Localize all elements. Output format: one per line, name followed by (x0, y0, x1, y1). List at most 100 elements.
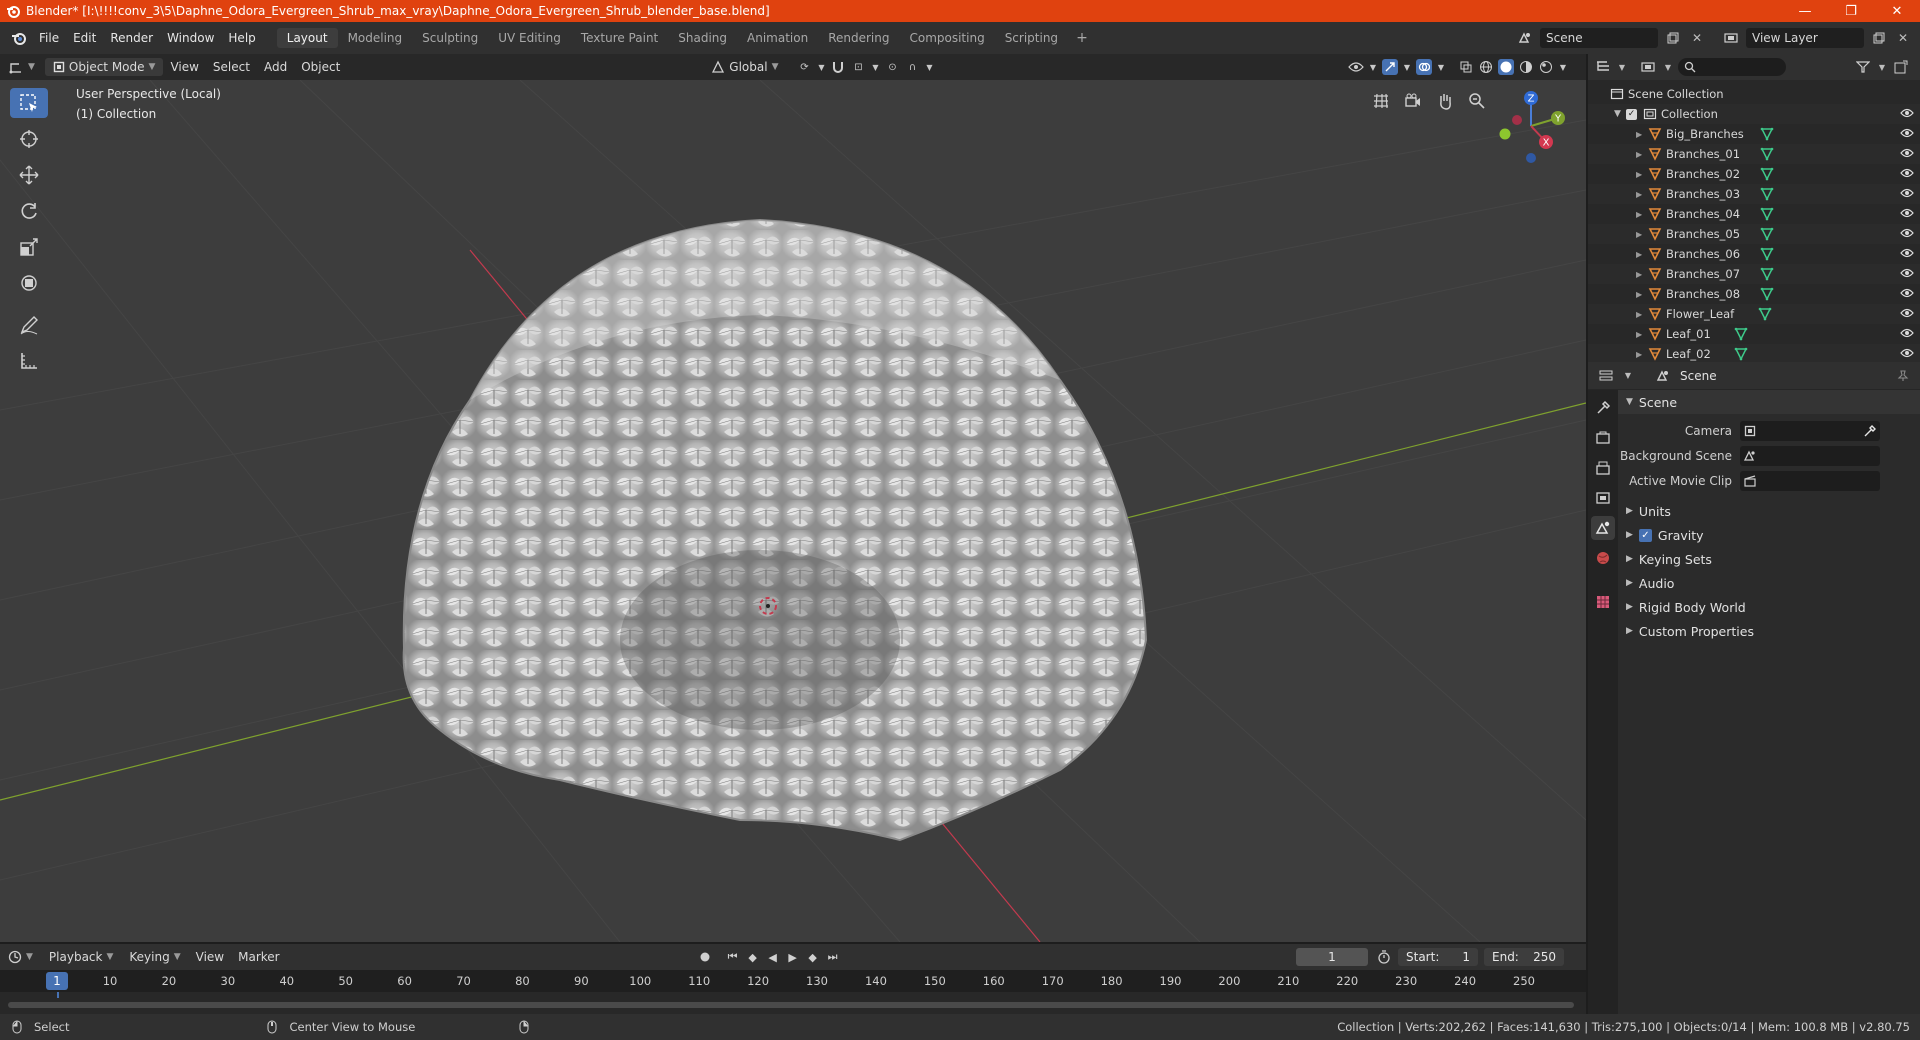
outliner-object-row[interactable]: ▶ Branches_06 (1588, 244, 1920, 264)
tab-rendering[interactable]: Rendering (818, 28, 899, 48)
select-box-tool[interactable] (10, 88, 48, 118)
eye-icon[interactable] (1900, 247, 1914, 259)
delete-scene-icon[interactable]: ✕ (1688, 29, 1706, 47)
eyedropper-icon[interactable] (1864, 424, 1876, 437)
outliner-object-row[interactable]: ▶ Leaf_02 (1588, 344, 1920, 364)
custom-properties-section-header[interactable]: ▶ Custom Properties (1618, 619, 1920, 643)
eye-icon[interactable] (1900, 287, 1914, 299)
viewport-menu-view[interactable]: View (163, 58, 205, 76)
overlays-toggle-icon[interactable] (1416, 59, 1432, 75)
mesh-data-icon[interactable] (1760, 187, 1774, 201)
new-collection-icon[interactable] (1892, 58, 1910, 76)
expand-arrow-icon[interactable]: ▶ (1636, 130, 1648, 139)
jump-end-icon[interactable]: ⏭ (825, 949, 841, 965)
scale-tool[interactable] (10, 232, 48, 262)
tab-compositing[interactable]: Compositing (899, 28, 994, 48)
units-section-header[interactable]: ▶ Units (1618, 499, 1920, 523)
expand-arrow-icon[interactable]: ▶ (1636, 210, 1648, 219)
chevron-down-icon[interactable]: ▼ (1368, 59, 1378, 75)
snap-magnet-icon[interactable] (830, 59, 846, 75)
gizmo-neg-x-axis[interactable] (1512, 115, 1522, 125)
view-layer-name-field[interactable]: View Layer (1746, 28, 1864, 48)
mesh-data-icon[interactable] (1734, 327, 1748, 341)
mesh-data-icon[interactable] (1760, 167, 1774, 181)
rigid-body-world-section-header[interactable]: ▶ Rigid Body World (1618, 595, 1920, 619)
timeline-marker-menu[interactable]: Marker (231, 948, 286, 966)
chevron-down-icon[interactable]: ▼ (1618, 58, 1626, 76)
menu-help[interactable]: Help (221, 28, 262, 48)
tab-scripting[interactable]: Scripting (995, 28, 1068, 48)
timeline-track-area[interactable] (0, 992, 1586, 1014)
rotate-tool[interactable] (10, 196, 48, 226)
scene-name-field[interactable]: Scene (1540, 28, 1658, 48)
snap-target-icon[interactable]: ⊡ (850, 59, 866, 75)
keying-menu[interactable]: Keying ▼ (121, 948, 188, 966)
proportional-edit-icon[interactable]: ⊙ (884, 59, 900, 75)
tab-tool[interactable] (1591, 396, 1615, 420)
outliner-object-row[interactable]: ▶ Big_Branches (1588, 124, 1920, 144)
xray-toggle-icon[interactable] (1458, 59, 1474, 75)
3d-viewport[interactable]: User Perspective (Local) (1) Collection (0, 80, 1586, 942)
chevron-down-icon[interactable]: ▼ (1878, 58, 1886, 76)
transform-orientation-dropdown[interactable]: Global ▼ (703, 58, 786, 76)
tab-modeling[interactable]: Modeling (338, 28, 413, 48)
camera-field[interactable] (1740, 420, 1880, 441)
eye-icon[interactable] (1900, 167, 1914, 179)
mesh-data-icon[interactable] (1760, 287, 1774, 301)
playback-menu[interactable]: Playback ▼ (41, 948, 121, 966)
move-tool[interactable] (10, 160, 48, 190)
outliner-object-row[interactable]: ▶ Leaf_01 (1588, 324, 1920, 344)
expand-arrow-icon[interactable]: ▶ (1636, 310, 1648, 319)
expand-arrow-icon[interactable]: ▶ (1636, 350, 1648, 359)
expand-arrow-icon[interactable]: ▼ (1614, 109, 1626, 119)
wireframe-shading-icon[interactable] (1478, 59, 1494, 75)
minimize-button[interactable]: — (1782, 0, 1828, 22)
collection-checkbox[interactable]: ✓ (1626, 108, 1637, 120)
toggle-grid-icon[interactable] (1368, 88, 1394, 114)
pin-icon[interactable] (1894, 367, 1912, 385)
outliner-collection[interactable]: ▼ ✓ Collection (1588, 104, 1920, 124)
play-reverse-icon[interactable]: ◀ (765, 949, 781, 965)
jump-start-icon[interactable]: ⏮ (725, 949, 741, 965)
eye-icon[interactable] (1900, 347, 1914, 359)
eye-icon[interactable] (1900, 127, 1914, 139)
audio-section-header[interactable]: ▶ Audio (1618, 571, 1920, 595)
expand-arrow-icon[interactable]: ▶ (1636, 230, 1648, 239)
eye-icon[interactable] (1900, 107, 1914, 119)
tab-render[interactable] (1591, 426, 1615, 450)
mesh-data-icon[interactable] (1734, 347, 1748, 361)
background-scene-field[interactable] (1740, 445, 1880, 466)
menu-file[interactable]: File (32, 28, 66, 48)
chevron-down-icon[interactable]: ▼ (1624, 367, 1632, 385)
outliner-object-row[interactable]: ▶ Branches_05 (1588, 224, 1920, 244)
tab-texture-paint[interactable]: Texture Paint (571, 28, 668, 48)
record-icon[interactable] (697, 949, 713, 965)
chevron-down-icon[interactable]: ▼ (1558, 59, 1568, 75)
tab-texture[interactable] (1591, 590, 1615, 614)
viewport-menu-select[interactable]: Select (206, 58, 257, 76)
mesh-data-icon[interactable] (1760, 147, 1774, 161)
outliner-object-row[interactable]: ▶ Branches_02 (1588, 164, 1920, 184)
current-frame-field[interactable]: 1 (1296, 948, 1368, 966)
tab-world[interactable] (1591, 546, 1615, 570)
expand-arrow-icon[interactable]: ▶ (1636, 270, 1648, 279)
tab-uv-editing[interactable]: UV Editing (488, 28, 571, 48)
chevron-down-icon[interactable]: ▼ (1402, 59, 1412, 75)
pivot-point-icon[interactable]: ⟳ (796, 59, 812, 75)
tab-scene[interactable] (1591, 516, 1615, 540)
gizmo-toggle-icon[interactable] (1382, 59, 1398, 75)
restore-button[interactable]: ❐ (1828, 0, 1874, 22)
expand-arrow-icon[interactable]: ▶ (1636, 250, 1648, 259)
tab-layout[interactable]: Layout (276, 28, 338, 48)
timeline-scrollbar[interactable] (8, 1002, 1574, 1008)
prev-keyframe-icon[interactable]: ◆ (745, 949, 761, 965)
gravity-checkbox[interactable]: ✓ (1638, 528, 1652, 542)
eye-icon[interactable] (1900, 267, 1914, 279)
close-button[interactable]: ✕ (1874, 0, 1920, 22)
falloff-curve-icon[interactable]: ∩ (904, 59, 920, 75)
expand-arrow-icon[interactable]: ▶ (1636, 150, 1648, 159)
menu-render[interactable]: Render (103, 28, 160, 48)
annotate-tool[interactable] (10, 310, 48, 340)
solid-shading-icon[interactable] (1498, 59, 1514, 75)
active-movie-clip-field[interactable] (1740, 470, 1880, 491)
